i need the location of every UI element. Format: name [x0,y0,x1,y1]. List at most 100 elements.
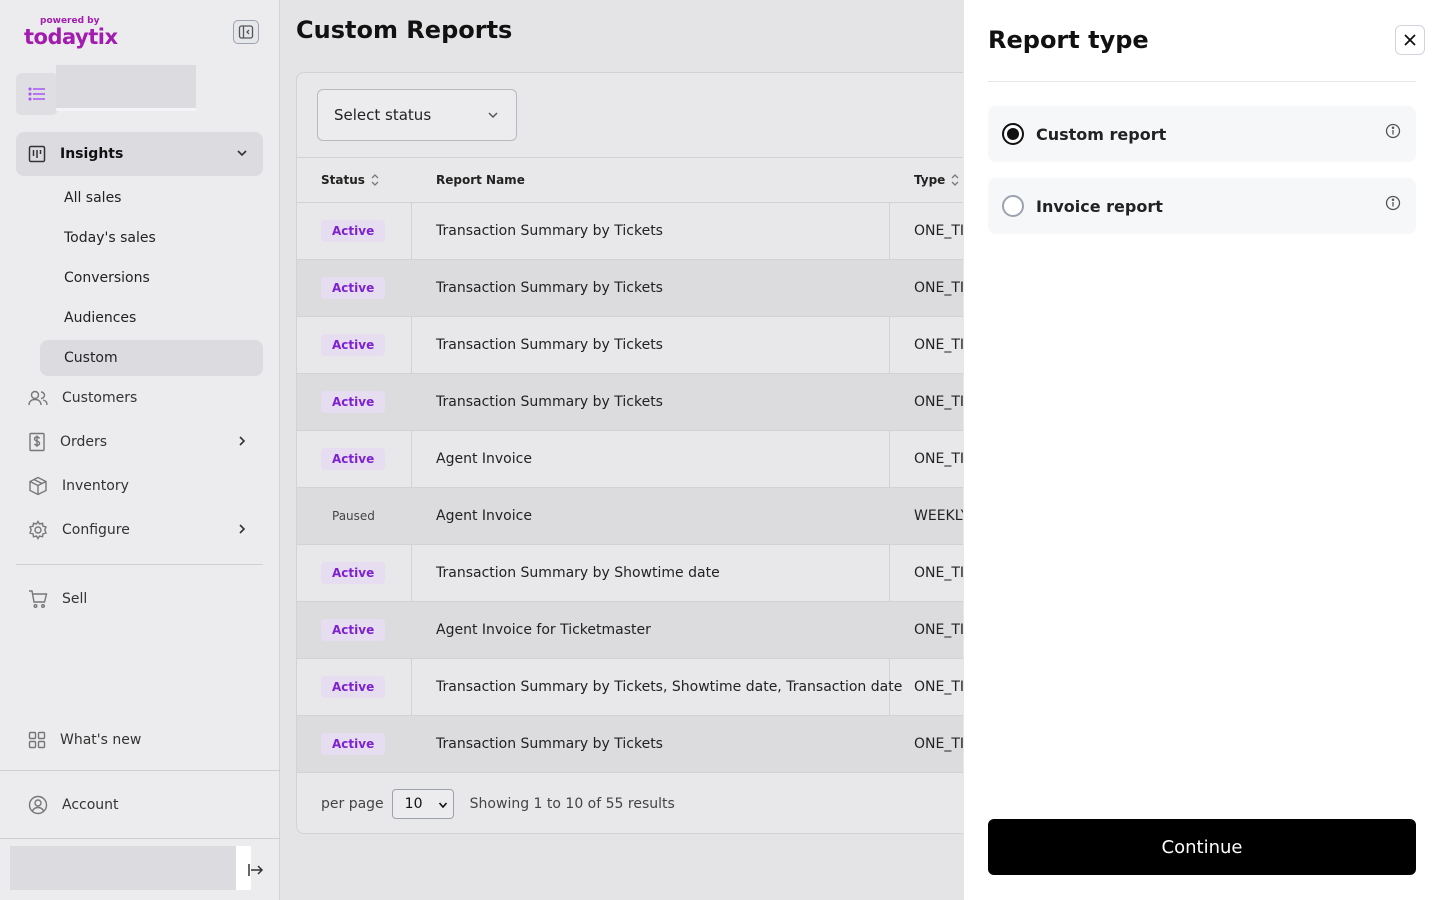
nav-inventory[interactable]: Inventory [16,466,263,506]
status-badge: Active [321,448,386,470]
page-title: Custom Reports [296,16,513,44]
status-cell: Active [321,602,386,658]
table-row[interactable]: Active Agent Invoice for Ticketmaster ONE_… [297,602,995,659]
per-page-value: 10 [404,796,423,812]
nav-orders[interactable]: Orders [16,422,263,462]
nav-customers-label: Customers [62,390,138,406]
chevron-down-icon [438,802,447,809]
header-status-label: Status [321,173,365,187]
nav-customers[interactable]: Customers [16,378,263,418]
option-custom-report-label: Custom report [1036,124,1167,144]
table-row[interactable]: Active Transaction Summary by Tickets ONE_… [297,260,995,317]
option-invoice-report[interactable]: Invoice report [988,178,1416,234]
nav-insights[interactable]: Insights [16,132,263,176]
continue-button[interactable]: Continue [988,819,1416,875]
table-row[interactable]: Active Transaction Summary by Tickets ONE_… [297,374,995,431]
report-name-cell: Agent Invoice for Ticketmaster [436,622,651,638]
sidebar-divider [16,564,263,565]
nav-insights-label: Insights [60,146,124,162]
sidebar-item-todays-sales[interactable]: Today's sales [40,220,263,256]
list-icon [28,87,45,101]
table-header: Status Report Name Type [297,157,995,203]
status-filter-value: Select status [334,106,432,124]
status-badge: Active [321,277,386,299]
venue-icon-box [16,73,58,115]
status-cell: Paused [321,488,386,544]
status-badge: Active [321,676,386,698]
header-type[interactable]: Type [914,158,961,202]
status-cell: Active [321,545,386,601]
option-invoice-report-label: Invoice report [1036,196,1163,216]
status-cell: Active [321,203,386,259]
table-footer: per page 10 Showing 1 to 10 of 55 result… [297,773,995,833]
nav-account-label: Account [62,797,119,813]
nav-whats-new[interactable]: What's new [16,720,263,760]
nav-orders-label: Orders [60,434,108,450]
nav-inventory-label: Inventory [62,478,129,494]
chevron-down-icon [488,112,498,119]
sidebar-bottom-divider [0,770,280,771]
type-cell: ONE_TI [914,565,965,581]
nav-configure[interactable]: Configure [16,510,263,550]
status-badge: Paused [332,509,375,523]
table-row[interactable]: Active Agent Invoice ONE_TI [297,431,995,488]
header-report-name: Report Name [436,173,525,187]
info-icon[interactable] [1385,123,1401,139]
option-custom-report[interactable]: Custom report [988,106,1416,162]
invoice-report-radio[interactable] [1002,195,1024,217]
report-name-cell: Transaction Summary by Showtime date [436,565,720,581]
sidebar: powered by todaytix Insights All sales T… [0,0,280,900]
nav-configure-label: Configure [62,522,130,538]
table-row[interactable]: Active Transaction Summary by Tickets, Sh… [297,659,995,716]
status-filter-select[interactable]: Select status [317,89,517,141]
table-row[interactable]: Active Transaction Summary by Tickets ONE_… [297,317,995,374]
header-status[interactable]: Status [321,158,381,202]
type-cell: ONE_TI [914,223,965,239]
table-row[interactable]: Active Transaction Summary by Tickets ONE_… [297,716,995,773]
status-badge: Active [321,562,386,584]
nav-sell-label: Sell [62,591,88,607]
nav-sell[interactable]: Sell [16,579,263,619]
grid-icon [28,731,46,749]
cart-icon [29,590,48,608]
venue-selector[interactable] [16,65,263,115]
logout-icon[interactable] [247,861,265,879]
type-cell: ONE_TI [914,679,965,695]
status-cell: Active [321,659,386,715]
venue-name-placeholder [56,65,196,111]
report-name-cell: Transaction Summary by Tickets, Showtime… [436,679,903,695]
pagination-summary: Showing 1 to 10 of 55 results [469,796,675,812]
collapse-sidebar-button[interactable] [233,20,259,44]
sidebar-item-custom[interactable]: Custom [40,340,263,376]
table-body: Active Transaction Summary by Tickets ONE_… [297,203,995,773]
logo[interactable]: powered by todaytix [24,16,118,48]
table-row[interactable]: Paused Agent Invoice WEEKLY [297,488,995,545]
logo-brand: todaytix [24,25,118,49]
header-type-label: Type [914,173,946,187]
status-cell: Active [321,317,386,373]
status-cell: Active [321,431,386,487]
sidebar-collapse-icon [238,25,254,39]
nav-account[interactable]: Account [16,785,263,825]
chevron-right-icon [239,524,246,534]
close-drawer-button[interactable] [1395,25,1425,55]
sidebar-item-conversions[interactable]: Conversions [40,260,263,296]
per-page-select[interactable]: 10 [391,789,454,819]
sidebar-footer-divider [0,838,280,839]
close-icon [1404,34,1416,46]
type-cell: ONE_TI [914,280,965,296]
type-cell: ONE_TI [914,337,965,353]
dollar-receipt-icon [29,432,45,452]
report-name-cell: Agent Invoice [436,451,532,467]
sidebar-item-audiences[interactable]: Audiences [40,300,263,336]
status-cell: Active [321,374,386,430]
type-cell: ONE_TI [914,394,965,410]
status-badge: Active [321,334,386,356]
table-row[interactable]: Active Transaction Summary by Tickets ONE_… [297,203,995,260]
info-icon[interactable] [1385,195,1401,211]
sidebar-item-all-sales[interactable]: All sales [40,180,263,216]
custom-report-radio[interactable] [1002,123,1024,145]
user-info-placeholder [10,846,236,890]
table-row[interactable]: Active Transaction Summary by Showtime da… [297,545,995,602]
chevron-right-icon [239,436,246,446]
